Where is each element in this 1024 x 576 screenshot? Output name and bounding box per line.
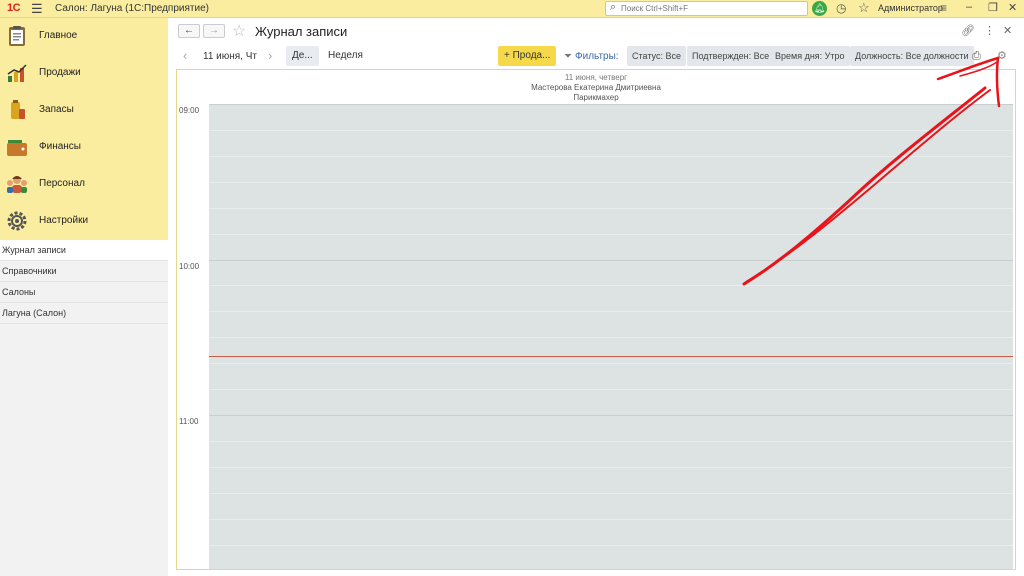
app-title: Салон: Лагуна (1С:Предприятие) [55,3,209,14]
more-icon[interactable]: ⋮ [984,24,995,37]
grid-line [209,467,1013,468]
nav-item-directories[interactable]: Справочники [0,261,168,282]
calendar-grid[interactable] [209,104,1013,569]
people-icon [7,176,27,193]
app-logo: 1С [7,2,21,14]
calendar-position: Парикмахер [573,93,619,102]
section-label: Продажи [39,67,81,78]
sales-chart-icon [7,64,27,82]
week-view-button[interactable]: Неделя [322,46,369,66]
grid-line [209,441,1013,442]
nav-item-salons[interactable]: Салоны [0,282,168,303]
sidebar-sections: Главное Продажи Запасы Финансы Персонал … [0,18,168,240]
grid-line [209,337,1013,338]
section-finance[interactable]: Финансы [0,129,168,166]
sidebar-nav-list: Журнал записи Справочники Салоны Лагуна … [0,240,168,324]
current-date[interactable]: 11 июня, Чт [203,51,257,62]
nav-item-journal[interactable]: Журнал записи [0,240,168,261]
calendar-view: 11 июня, четверг Мастерова Екатерина Дми… [176,69,1016,570]
time-label: 09:00 [179,106,200,115]
funnel-icon: ⏷ [564,51,572,62]
close-window-icon[interactable]: ✕ [1008,1,1017,14]
section-label: Настройки [39,215,89,226]
grid-line [209,156,1013,157]
prev-day-icon[interactable]: ‹ [183,48,187,63]
filters-label: Фильтры: [575,51,619,62]
gear-icon [7,211,27,231]
time-label: 11:00 [179,417,199,426]
wallet-icon [7,140,27,156]
minimize-icon[interactable]: – [966,1,972,13]
restore-icon[interactable]: ❐ [988,1,998,14]
time-label: 10:00 [179,262,200,271]
grid-line [209,389,1013,390]
clipboard-icon [9,26,25,46]
section-settings[interactable]: Настройки [0,203,168,240]
grid-line [209,363,1013,364]
back-button[interactable]: ← [178,24,200,38]
link-icon[interactable]: 🔗︎ [961,24,975,37]
next-day-icon[interactable]: › [268,48,272,63]
section-label: Запасы [39,104,74,115]
global-search[interactable]: ⌕ [605,1,808,16]
forward-button[interactable]: → [203,24,225,38]
search-icon: ⌕ [610,1,617,13]
close-icon[interactable]: ✕ [1003,24,1012,37]
section-main[interactable]: Главное [0,18,168,55]
settings-lines-icon[interactable]: ≡ [940,1,947,15]
grid-line [209,285,1013,286]
main-menu-icon[interactable]: ☰ [31,2,43,15]
main-window: ← → ☆ Журнал записи 🔗︎ ⋮ ✕ ‹ 11 июня, Чт… [169,18,1024,576]
section-label: Персонал [39,178,85,189]
section-sales[interactable]: Продажи [0,55,168,92]
sidebar-empty-area [0,324,168,576]
page-title: Журнал записи [255,24,348,39]
grid-line [209,415,1013,416]
filter-chip-time-of-day[interactable]: Время дня: Утро [770,46,850,66]
section-label: Главное [39,30,78,41]
grid-line [209,311,1013,312]
section-label: Финансы [39,141,81,152]
settings-gear-icon[interactable]: ⚙ [997,49,1007,62]
products-icon [11,100,25,119]
section-stock[interactable]: Запасы [0,92,168,129]
notifications-bell-icon[interactable]: 🔔︎ [812,1,827,16]
calendar-column-header: 11 июня, четверг Мастерова Екатерина Дми… [177,70,1015,104]
grid-line [209,182,1013,183]
search-input[interactable] [621,3,806,14]
filters-link[interactable]: ⏷ Фильтры: [564,51,619,62]
favorites-star-icon[interactable]: ☆ [858,0,870,16]
grid-line [209,493,1013,494]
section-staff[interactable]: Персонал [0,166,168,203]
print-icon[interactable]: ⎙ [972,50,981,63]
grid-line [209,260,1013,261]
time-column: 09:00 10:00 11:00 [177,104,209,569]
add-sale-button[interactable]: + Прода... [498,46,557,66]
filter-chip-position[interactable]: Должность: Все должности [850,46,974,66]
current-time-line [209,356,1013,357]
filter-chip-status[interactable]: Статус: Все [627,46,686,66]
day-view-button[interactable]: Де... [286,46,319,66]
calendar-day-label: 11 июня, четверг [564,73,628,82]
filter-chip-confirmed[interactable]: Подтвержден: Все [687,46,775,66]
favorite-star-icon[interactable]: ☆ [232,21,246,41]
grid-line [209,104,1013,105]
title-bar: 1С ☰ Салон: Лагуна (1С:Предприятие) ⌕ 🔔︎… [0,0,1024,18]
grid-line [209,519,1013,520]
sidebar: Главное Продажи Запасы Финансы Персонал … [0,18,168,576]
nav-item-laguna-salon[interactable]: Лагуна (Салон) [0,303,168,324]
calendar-employee: Мастерова Екатерина Дмитриевна [531,83,661,92]
current-user[interactable]: Администратор [878,3,943,13]
history-icon[interactable]: ◷ [836,1,846,15]
grid-line [209,234,1013,235]
grid-line [209,208,1013,209]
grid-line [209,545,1013,546]
grid-line [209,130,1013,131]
